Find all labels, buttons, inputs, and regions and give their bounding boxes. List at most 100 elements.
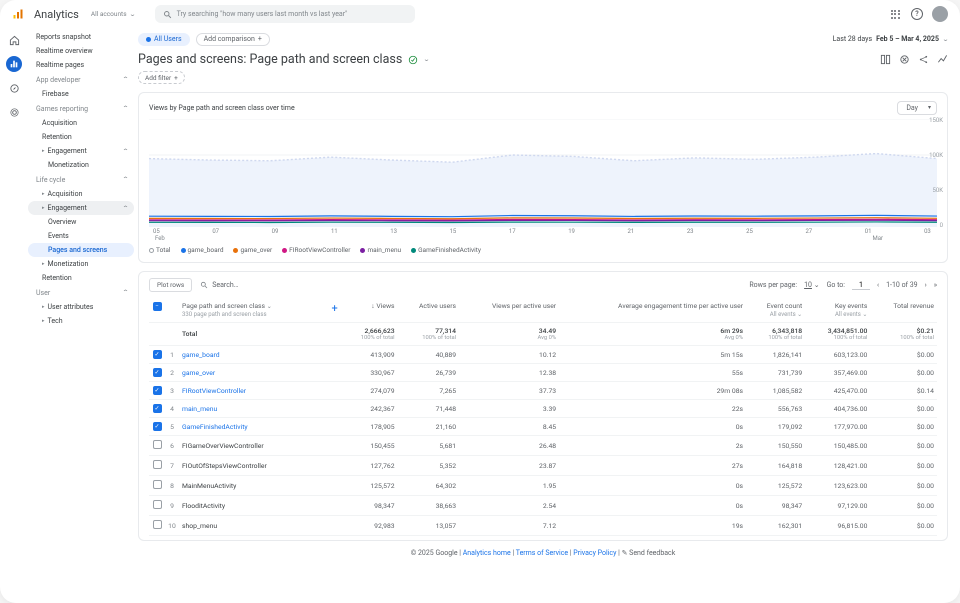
insights-icon[interactable]	[937, 54, 948, 65]
row-checkbox[interactable]	[153, 460, 162, 469]
add-dimension[interactable]: +	[319, 298, 341, 323]
add-filter[interactable]: Add filter +	[138, 71, 185, 84]
nav-item[interactable]: User attributes	[28, 300, 134, 314]
row-checkbox[interactable]	[153, 480, 162, 489]
help-icon[interactable]: ?	[910, 7, 924, 21]
sidebar: Reports snapshotRealtime overviewRealtim…	[28, 28, 138, 603]
nav-item[interactable]: Acquisition	[28, 187, 134, 201]
row-checkbox[interactable]: ✓	[153, 404, 162, 413]
history-icon[interactable]	[899, 54, 910, 65]
nav-item[interactable]: Retention	[28, 271, 134, 285]
row-name[interactable]: GameFinishedActivity	[179, 418, 319, 436]
table-row: 7FIOutOfStepsViewController127,7625,3522…	[149, 456, 937, 476]
row-checkbox[interactable]	[153, 520, 162, 529]
rpp-label: Rows per page:	[749, 281, 797, 289]
nav-item[interactable]: Monetization	[28, 257, 134, 271]
footer: © 2025 Google | Analytics home | Terms o…	[138, 541, 948, 561]
row-name[interactable]: FIGameOverViewController	[179, 436, 319, 456]
row-name[interactable]: MainMenuActivity	[179, 476, 319, 496]
search-box[interactable]: Try searching "how many users last month…	[155, 5, 415, 23]
nav-item[interactable]: Firebase	[28, 87, 134, 101]
nav-item[interactable]: Overview	[28, 215, 134, 229]
nav-realtime-pages[interactable]: Realtime pages	[28, 58, 134, 72]
rail-ads-icon[interactable]	[6, 104, 22, 120]
title-more-icon[interactable]: ⌄	[423, 56, 430, 63]
nav-item[interactable]: Pages and screens	[28, 243, 134, 257]
row-checkbox[interactable]: ✓	[153, 368, 162, 377]
legend-item[interactable]: game_board	[181, 246, 224, 254]
add-comparison[interactable]: Add comparison +	[196, 33, 270, 46]
row-name[interactable]: main_menu	[179, 400, 319, 418]
table-search[interactable]: Search…	[200, 281, 741, 289]
nav-item[interactable]: Engagement⌃	[28, 144, 134, 158]
rpp-select[interactable]: 10 ⌄	[804, 281, 819, 289]
save-icon[interactable]	[880, 54, 891, 65]
footer-link[interactable]: Analytics home	[463, 549, 511, 557]
x-tick: 07	[212, 228, 219, 235]
avatar[interactable]	[932, 6, 948, 22]
x-tick: 13	[390, 228, 397, 235]
row-checkbox[interactable]	[153, 500, 162, 509]
page-title: Pages and screens: Page path and screen …	[138, 52, 402, 67]
legend-item[interactable]: FIRootViewController	[282, 246, 350, 254]
row-name[interactable]: FIOutOfStepsViewController	[179, 456, 319, 476]
apps-icon[interactable]	[888, 7, 902, 21]
x-tick: 17	[509, 228, 516, 235]
nav-item[interactable]: Events	[28, 229, 134, 243]
analytics-logo-icon	[12, 8, 24, 20]
share-icon[interactable]	[918, 54, 929, 65]
select-all-checkbox[interactable]: −	[153, 302, 162, 311]
row-checkbox[interactable]: ✓	[153, 386, 162, 395]
nav-section[interactable]: App developer⌃	[28, 72, 134, 87]
pager-last[interactable]: »	[934, 281, 937, 289]
nav-section[interactable]: Life cycle⌃	[28, 172, 134, 187]
nav-section[interactable]: User⌃	[28, 285, 134, 300]
row-name[interactable]: shop_menu	[179, 516, 319, 536]
row-name[interactable]: game_over	[179, 364, 319, 382]
data-table: −Page path and screen class ⌄330 page pa…	[149, 298, 937, 536]
row-name[interactable]: FIRootViewController	[179, 382, 319, 400]
nav-item[interactable]: Retention	[28, 130, 134, 144]
legend-item[interactable]: main_menu	[360, 246, 401, 254]
nav-item[interactable]: Monetization	[28, 158, 134, 172]
pager-prev[interactable]: ‹	[877, 281, 879, 289]
row-name[interactable]: game_board	[179, 346, 319, 364]
account-picker[interactable]: All accounts⌄	[91, 10, 135, 18]
pager-next[interactable]: ›	[925, 281, 927, 289]
send-feedback[interactable]: ✎ Send feedback	[622, 549, 676, 557]
date-range-picker[interactable]: Last 28 days Feb 5 – Mar 4, 2025 ⌄	[833, 35, 948, 43]
x-tick: 19	[568, 228, 575, 235]
nav-item[interactable]: Engagement⌃	[28, 201, 134, 215]
granularity-picker[interactable]: Day	[897, 101, 937, 115]
nav-item[interactable]: Tech	[28, 314, 134, 328]
nav-reports-snapshot[interactable]: Reports snapshot	[28, 30, 134, 44]
nav-realtime-overview[interactable]: Realtime overview	[28, 44, 134, 58]
footer-link[interactable]: Terms of Service	[516, 549, 568, 557]
legend-item[interactable]: GameFinishedActivity	[411, 246, 481, 254]
row-name[interactable]: FlooditActivity	[179, 496, 319, 516]
goto-input[interactable]	[852, 281, 870, 290]
row-checkbox[interactable]: ✓	[153, 422, 162, 431]
legend-item[interactable]: game_over	[233, 246, 272, 254]
x-tick: 11	[331, 228, 338, 235]
footer-link[interactable]: Privacy Policy	[573, 549, 616, 557]
legend-item[interactable]: Total	[149, 246, 171, 254]
audience-chip-all[interactable]: All Users	[138, 33, 190, 46]
customize-icon[interactable]	[408, 55, 418, 65]
row-checkbox[interactable]	[153, 440, 162, 449]
chart-card: Views by Page path and screen class over…	[138, 92, 948, 263]
plot-rows-button[interactable]: Plot rows	[149, 278, 192, 292]
pager-range: 1-10 of 39	[886, 281, 918, 289]
y-tick: 0	[940, 222, 943, 229]
row-checkbox[interactable]: ✓	[153, 350, 162, 359]
nav-section[interactable]: Games reporting⌃	[28, 101, 134, 116]
x-tick: 15	[450, 228, 457, 235]
x-tick: 05	[153, 228, 160, 235]
rail-reports-icon[interactable]	[6, 56, 22, 72]
rail-explore-icon[interactable]	[6, 80, 22, 96]
x-tick: 03	[924, 228, 931, 235]
rail-home-icon[interactable]	[6, 32, 22, 48]
nav-item[interactable]: Acquisition	[28, 116, 134, 130]
search-icon	[163, 10, 172, 19]
table-row: ✓3FIRootViewController274,0797,26537.732…	[149, 382, 937, 400]
